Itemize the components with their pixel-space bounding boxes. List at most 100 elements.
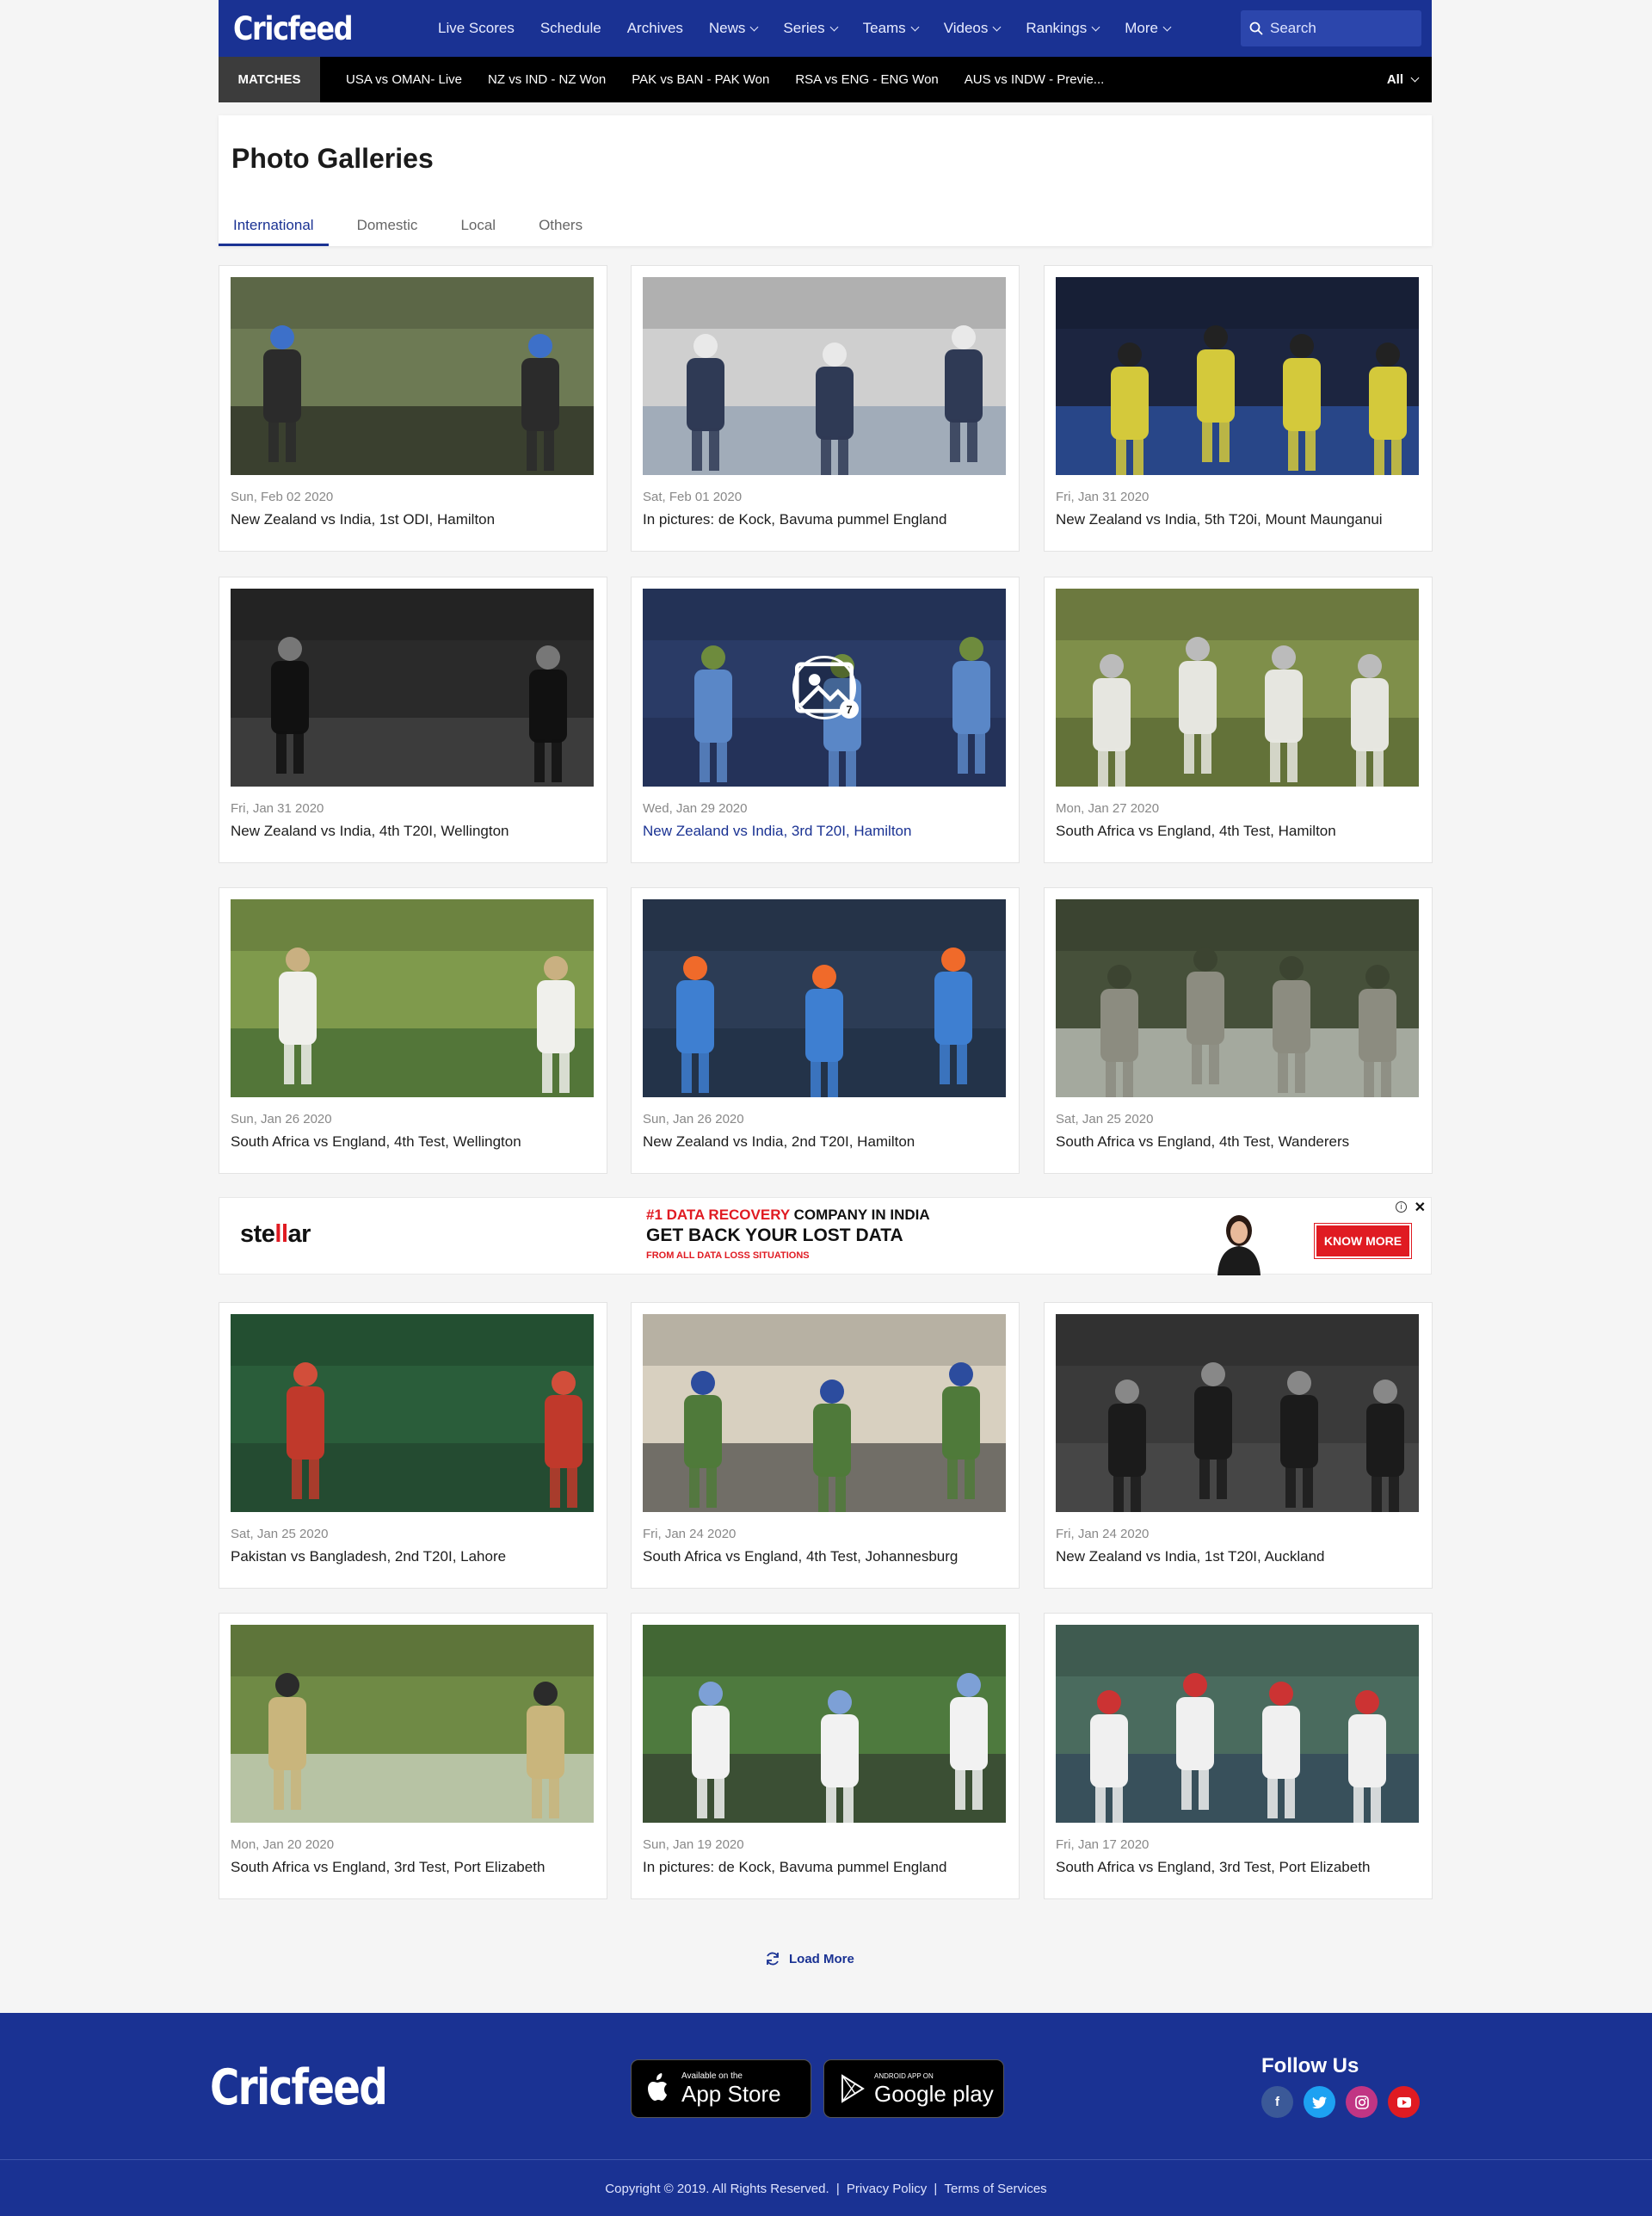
gallery-card[interactable]: Fri, Jan 24 2020 South Africa vs England,… — [631, 1302, 1020, 1589]
gallery-thumbnail[interactable] — [643, 277, 1006, 475]
gallery-card[interactable]: Fri, Jan 24 2020 New Zealand vs India, 1s… — [1044, 1302, 1433, 1589]
app-store-button[interactable]: Available on the App Store — [631, 2059, 811, 2118]
gallery-thumbnail[interactable] — [643, 1314, 1006, 1512]
advertisement-banner[interactable]: stellar #1 DATA RECOVERY COMPANY IN INDI… — [219, 1197, 1432, 1275]
gallery-date: Fri, Jan 31 2020 — [1056, 490, 1150, 504]
search-box[interactable] — [1241, 10, 1421, 46]
nav-item-rankings[interactable]: Rankings — [1026, 20, 1100, 37]
gallery-card[interactable]: Sun, Jan 26 2020 South Africa vs England,… — [219, 887, 607, 1174]
footer-logo[interactable]: Cricfeed — [210, 2059, 388, 2116]
gallery-card[interactable]: Mon, Jan 20 2020 South Africa vs England,… — [219, 1613, 607, 1899]
matches-label: MATCHES — [219, 57, 320, 102]
nav-item-more[interactable]: More — [1125, 20, 1172, 37]
gallery-thumbnail[interactable]: 7 — [643, 589, 1006, 787]
matches-filter-dropdown[interactable]: All — [1387, 57, 1420, 102]
follow-us-heading: Follow Us — [1261, 2054, 1359, 2077]
nav-item-live-scores[interactable]: Live Scores — [438, 20, 515, 37]
gallery-thumbnail-image — [231, 1314, 594, 1512]
tab-local[interactable]: Local — [446, 208, 510, 246]
chevron-down-icon — [829, 22, 839, 31]
gallery-title[interactable]: New Zealand vs India, 4th T20I, Wellingt… — [231, 823, 509, 840]
page-title: Photo Galleries — [231, 143, 434, 174]
nav-item-label: Live Scores — [438, 20, 515, 36]
search-input[interactable] — [1270, 20, 1408, 37]
gallery-thumbnail[interactable] — [1056, 1625, 1419, 1823]
gallery-card[interactable]: Sun, Feb 02 2020 New Zealand vs India, 1s… — [219, 265, 607, 552]
gallery-thumbnail[interactable] — [643, 1625, 1006, 1823]
apple-icon — [648, 2073, 667, 2101]
gallery-title[interactable]: South Africa vs England, 4th Test, Wande… — [1056, 1133, 1349, 1151]
privacy-policy-link[interactable]: Privacy Policy — [847, 2182, 927, 2196]
gallery-thumbnail[interactable] — [231, 589, 594, 787]
google-play-button[interactable]: ANDROID APP ON Google play — [823, 2059, 1004, 2118]
close-icon[interactable]: ✕ — [1415, 1199, 1426, 1216]
nav-item-news[interactable]: News — [709, 20, 759, 37]
site-logo[interactable]: Cricfeed — [233, 10, 381, 47]
gallery-title[interactable]: South Africa vs England, 3rd Test, Port … — [1056, 1859, 1370, 1876]
gallery-title[interactable]: New Zealand vs India, 3rd T20I, Hamilton — [643, 823, 911, 840]
instagram-icon[interactable] — [1346, 2086, 1378, 2118]
nav-item-label: Series — [783, 20, 825, 36]
gallery-date: Wed, Jan 29 2020 — [643, 801, 748, 816]
gallery-title[interactable]: In pictures: de Kock, Bavuma pummel Engl… — [643, 511, 946, 528]
tab-others[interactable]: Others — [524, 208, 597, 246]
load-more-button[interactable]: Load More — [764, 1950, 854, 1967]
nav-item-series[interactable]: Series — [783, 20, 839, 37]
gallery-card[interactable]: Sat, Jan 25 2020 Pakistan vs Bangladesh, … — [219, 1302, 607, 1589]
matches-ticker: MATCHES USA vs OMAN- Live NZ vs IND - NZ … — [219, 57, 1432, 102]
terms-link[interactable]: Terms of Services — [944, 2182, 1046, 2196]
gallery-title[interactable]: South Africa vs England, 3rd Test, Port … — [231, 1859, 545, 1876]
gallery-thumbnail[interactable] — [231, 899, 594, 1097]
gallery-thumbnail[interactable] — [1056, 899, 1419, 1097]
gallery-title[interactable]: New Zealand vs India, 2nd T20I, Hamilton — [643, 1133, 915, 1151]
gallery-date: Fri, Jan 17 2020 — [1056, 1837, 1150, 1852]
match-ticker-item[interactable]: PAK vs BAN - PAK Won — [632, 72, 769, 87]
gallery-card[interactable]: Mon, Jan 27 2020 South Africa vs England,… — [1044, 577, 1433, 863]
gallery-title[interactable]: New Zealand vs India, 1st T20I, Auckland — [1056, 1548, 1324, 1565]
footer-bottom: Copyright © 2019. All Rights Reserved. |… — [605, 2182, 1047, 2196]
nav-item-teams[interactable]: Teams — [863, 20, 920, 37]
match-ticker-item[interactable]: AUS vs INDW - Previe... — [965, 72, 1105, 87]
nav-item-archives[interactable]: Archives — [627, 20, 683, 37]
gallery-title[interactable]: New Zealand vs India, 1st ODI, Hamilton — [231, 511, 495, 528]
twitter-icon[interactable] — [1304, 2086, 1335, 2118]
gallery-card[interactable]: Sun, Jan 19 2020 In pictures: de Kock, Ba… — [631, 1613, 1020, 1899]
gallery-title[interactable]: South Africa vs England, 4th Test, Johan… — [643, 1548, 958, 1565]
gallery-title[interactable]: South Africa vs England, 4th Test, Welli… — [231, 1133, 521, 1151]
match-ticker-item[interactable]: USA vs OMAN- Live — [346, 72, 462, 87]
facebook-icon[interactable]: f — [1261, 2086, 1293, 2118]
match-ticker-item[interactable]: RSA vs ENG - ENG Won — [795, 72, 938, 87]
footer-divider — [0, 2159, 1652, 2160]
nav-item-schedule[interactable]: Schedule — [540, 20, 601, 37]
gallery-thumbnail-image — [1056, 1314, 1419, 1512]
gallery-title[interactable]: New Zealand vs India, 5th T20i, Mount Ma… — [1056, 511, 1383, 528]
gallery-card[interactable]: Fri, Jan 31 2020 New Zealand vs India, 4t… — [219, 577, 607, 863]
gallery-thumbnail[interactable] — [231, 277, 594, 475]
gallery-card[interactable]: Fri, Jan 17 2020 South Africa vs England,… — [1044, 1613, 1433, 1899]
gallery-card[interactable]: Sat, Jan 25 2020 South Africa vs England,… — [1044, 887, 1433, 1174]
gallery-title[interactable]: South Africa vs England, 4th Test, Hamil… — [1056, 823, 1336, 840]
tab-international[interactable]: International — [219, 208, 329, 246]
gallery-thumbnail[interactable] — [231, 1625, 594, 1823]
gallery-title[interactable]: In pictures: de Kock, Bavuma pummel Engl… — [643, 1859, 946, 1876]
youtube-icon[interactable] — [1388, 2086, 1420, 2118]
match-items: USA vs OMAN- Live NZ vs IND - NZ Won PAK v… — [320, 72, 1104, 87]
info-icon[interactable]: i — [1396, 1201, 1407, 1213]
gallery-card[interactable]: Sat, Feb 01 2020 In pictures: de Kock, Ba… — [631, 265, 1020, 552]
gallery-title[interactable]: Pakistan vs Bangladesh, 2nd T20I, Lahore — [231, 1548, 506, 1565]
nav-item-videos[interactable]: Videos — [943, 20, 1002, 37]
match-ticker-item[interactable]: NZ vs IND - NZ Won — [488, 72, 606, 87]
tab-domestic[interactable]: Domestic — [342, 208, 433, 246]
gallery-thumbnail[interactable] — [1056, 589, 1419, 787]
gallery-thumbnail[interactable] — [1056, 277, 1419, 475]
gallery-thumbnail[interactable] — [1056, 1314, 1419, 1512]
gallery-card[interactable]: 7 Wed, Jan 29 2020 New Zealand vs India, 3… — [631, 577, 1020, 863]
gallery-thumbnail[interactable] — [643, 899, 1006, 1097]
nav-item-label: Videos — [943, 20, 989, 36]
gallery-card[interactable]: Fri, Jan 31 2020 New Zealand vs India, 5t… — [1044, 265, 1433, 552]
ad-know-more-button[interactable]: KNOW MORE — [1314, 1223, 1412, 1259]
top-navbar: Cricfeed Live Scores Schedule Archives News… — [219, 0, 1432, 57]
gallery-thumbnail[interactable] — [231, 1314, 594, 1512]
gallery-card[interactable]: Sun, Jan 26 2020 New Zealand vs India, 2n… — [631, 887, 1020, 1174]
chevron-down-icon — [1091, 22, 1100, 31]
